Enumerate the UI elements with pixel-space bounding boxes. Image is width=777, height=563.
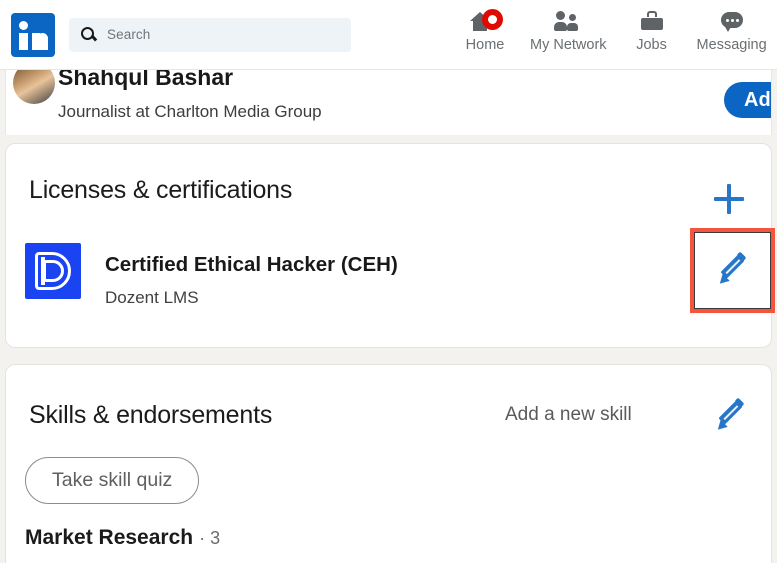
avatar[interactable]: [13, 70, 55, 104]
nav-item-home[interactable]: Home: [446, 8, 524, 62]
logo-i-stem: [19, 32, 28, 50]
add-license-button[interactable]: [712, 182, 746, 216]
licenses-section-title: Licenses & certifications: [29, 176, 293, 204]
search-input[interactable]: Search: [69, 17, 351, 52]
search-icon: [81, 26, 97, 43]
pencil-icon: [715, 251, 749, 288]
skills-section-title: Skills & endorsements: [29, 401, 273, 429]
profile-name: Shahqul Bashar: [58, 70, 234, 90]
nav-item-messaging[interactable]: Messaging: [691, 8, 773, 62]
edit-skills-button[interactable]: [713, 397, 747, 434]
top-navigation-bar: Search Home My Network Jobs Messaging: [0, 0, 777, 70]
dozent-lms-logo: [25, 243, 81, 299]
licenses-certifications-card: Licenses & certifications: [5, 143, 772, 348]
people-icon: [554, 8, 582, 34]
profile-headline: Journalist at Charlton Media Group: [58, 102, 322, 121]
logo-n-right: [40, 36, 48, 50]
profile-header-card: Shahqul Bashar Journalist at Charlton Me…: [5, 70, 772, 135]
linkedin-logo[interactable]: [11, 12, 55, 57]
license-entry-issuer: Dozent LMS: [105, 288, 199, 307]
chat-bubble-icon: [719, 8, 745, 34]
nav-label-my-network: My Network: [530, 36, 607, 53]
skill-endorsement-count: · 3: [199, 528, 220, 549]
nav-item-jobs[interactable]: Jobs: [613, 8, 691, 62]
nav-label-home: Home: [465, 36, 505, 53]
logo-i-dot: [19, 20, 28, 30]
add-new-skill-link[interactable]: Add a new skill: [505, 404, 632, 426]
nav-item-my-network[interactable]: My Network: [524, 8, 613, 62]
license-entry-title: Certified Ethical Hacker (CEH): [105, 253, 398, 276]
skill-count-value: 3: [210, 528, 221, 548]
briefcase-icon: [639, 8, 665, 34]
add-profile-section-button[interactable]: Add: [724, 82, 771, 118]
skill-name: Market Research: [25, 526, 194, 549]
skill-separator: ·: [199, 528, 206, 548]
nav-items-group: Home My Network Jobs Messaging: [446, 0, 773, 70]
home-icon: [468, 8, 503, 34]
skill-list-item[interactable]: Market Research · 3: [25, 526, 220, 550]
nav-label-jobs: Jobs: [636, 36, 667, 53]
nav-label-messaging: Messaging: [696, 36, 767, 53]
search-placeholder: Search: [107, 27, 151, 42]
edit-license-button[interactable]: [690, 228, 775, 313]
take-skill-quiz-button[interactable]: Take skill quiz: [25, 457, 200, 504]
